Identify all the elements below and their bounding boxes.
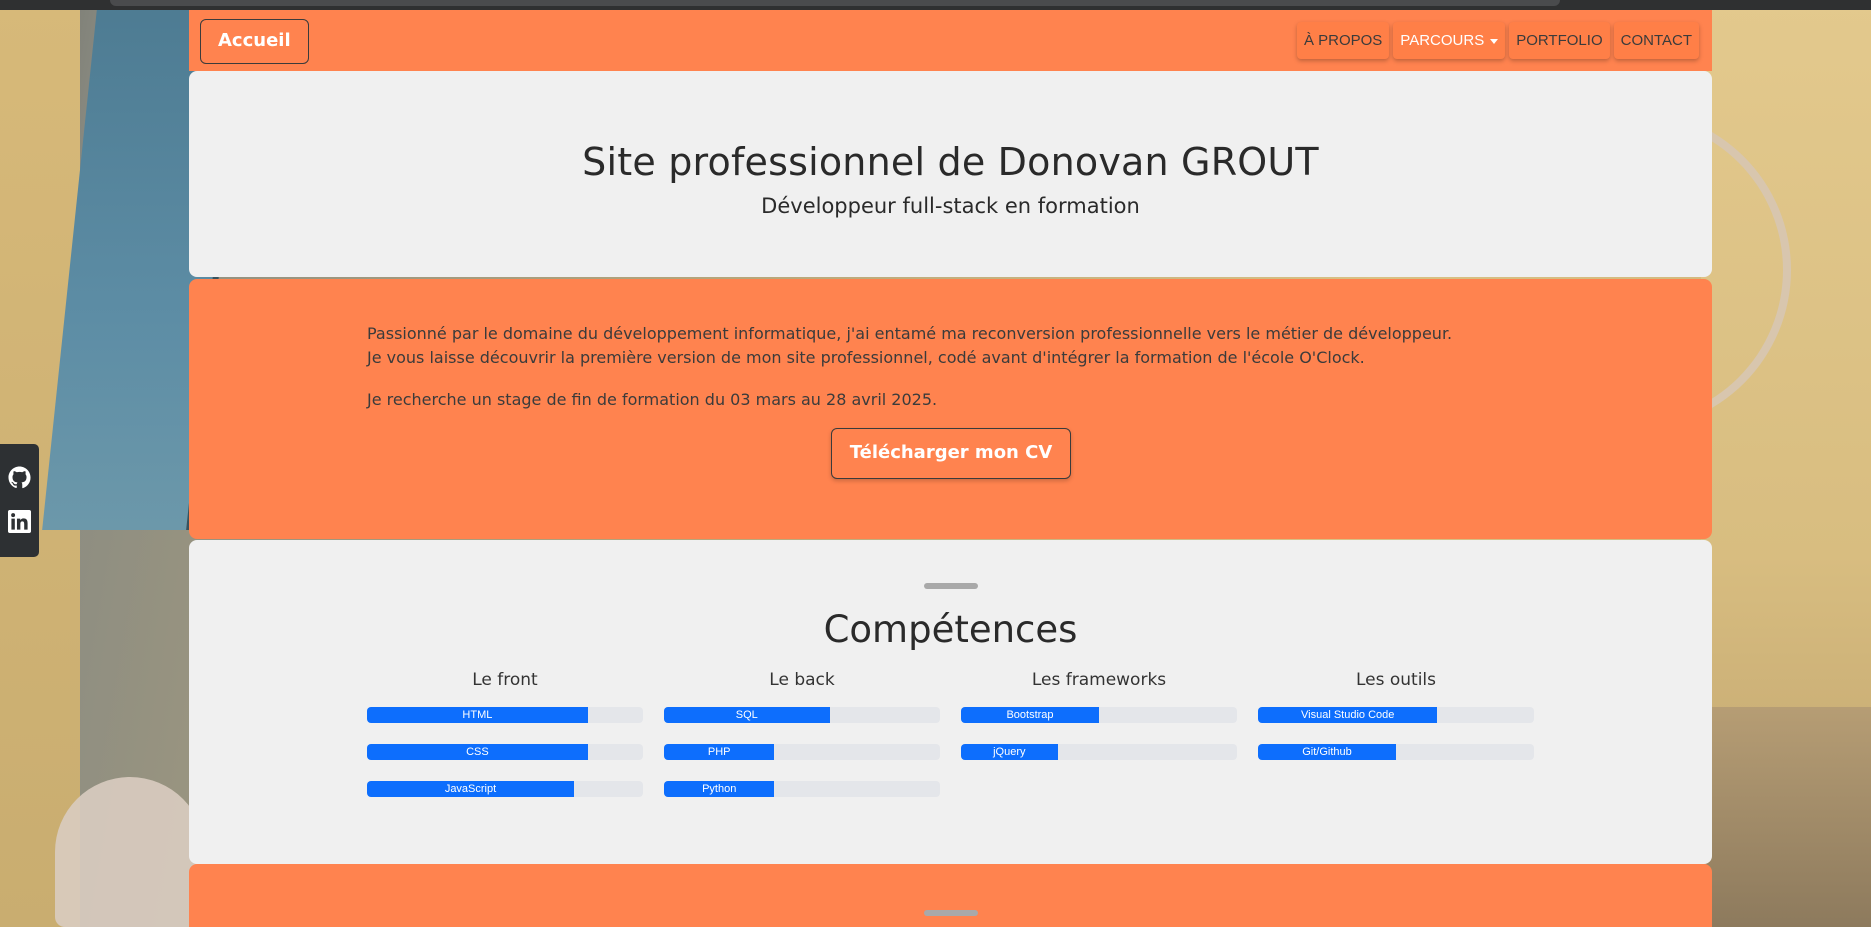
next-section	[189, 864, 1712, 927]
progress-fill-vscode: Visual Studio Code	[1258, 707, 1438, 723]
progress-bar: CSS	[367, 744, 643, 760]
progress-bar: Git/Github	[1258, 744, 1534, 760]
brand-home-button[interactable]: Accueil	[200, 19, 309, 64]
skill-column-title: Le front	[472, 670, 538, 690]
download-cv-button[interactable]: Télécharger mon CV	[831, 428, 1071, 479]
skill-column-front: Le front HTML CSS JavaScript	[367, 670, 643, 797]
progress-bar: jQuery	[961, 744, 1237, 760]
page-subtitle: Développeur full-stack en formation	[761, 194, 1140, 218]
skill-column-frameworks: Les frameworks Bootstrap jQuery	[961, 670, 1237, 760]
skill-column-title: Le back	[769, 670, 835, 690]
progress-bar: JavaScript	[367, 781, 643, 797]
progress-fill-php: PHP	[664, 744, 775, 760]
page-title: Site professionnel de Donovan GROUT	[582, 140, 1319, 184]
navbar: Accueil À PROPOS PARCOURS PORTFOLIO CONT…	[189, 10, 1712, 71]
intro-section: Passionné par le domaine du développemen…	[189, 279, 1712, 539]
skill-column-tools: Les outils Visual Studio Code Git/Github	[1258, 670, 1534, 760]
intro-line-2: Je vous laisse découvrir la première ver…	[367, 348, 1365, 367]
section-divider-handle	[924, 910, 978, 916]
progress-bar: HTML	[367, 707, 643, 723]
progress-fill-git: Git/Github	[1258, 744, 1396, 760]
skill-column-title: Les outils	[1355, 670, 1437, 690]
progress-fill-bootstrap: Bootstrap	[961, 707, 1099, 723]
section-divider-handle	[924, 583, 978, 589]
nav-link-parcours-dropdown[interactable]: PARCOURS	[1393, 22, 1506, 59]
nav-links: À PROPOS PARCOURS PORTFOLIO CONTACT	[1296, 22, 1699, 59]
progress-fill-jquery: jQuery	[961, 744, 1058, 760]
skills-section: Compétences Le front HTML CSS JavaScript…	[189, 540, 1712, 864]
progress-fill-python: Python	[664, 781, 775, 797]
caret-down-icon	[1490, 38, 1499, 44]
progress-fill-css: CSS	[367, 744, 588, 760]
hero-section: Site professionnel de Donovan GROUT Déve…	[189, 71, 1712, 277]
linkedin-icon[interactable]	[8, 510, 31, 533]
nav-link-a-propos[interactable]: À PROPOS	[1296, 22, 1390, 59]
nav-link-portfolio[interactable]: PORTFOLIO	[1509, 22, 1610, 59]
skill-column-title: Les frameworks	[1031, 670, 1167, 690]
internship-text: Je recherche un stage de fin de formatio…	[367, 390, 938, 409]
progress-bar: Visual Studio Code	[1258, 707, 1534, 723]
nav-link-contact[interactable]: CONTACT	[1613, 22, 1699, 59]
skill-column-back: Le back SQL PHP Python	[664, 670, 940, 797]
skills-title: Compétences	[823, 608, 1078, 651]
social-sidebar	[0, 444, 39, 557]
progress-fill-sql: SQL	[664, 707, 830, 723]
progress-fill-html: HTML	[367, 707, 588, 723]
nav-link-parcours-label: PARCOURS	[1400, 32, 1485, 49]
progress-bar: PHP	[664, 744, 940, 760]
progress-bar: Bootstrap	[961, 707, 1237, 723]
github-icon[interactable]	[8, 466, 31, 489]
progress-bar: Python	[664, 781, 940, 797]
intro-paragraph: Passionné par le domaine du développemen…	[367, 322, 1452, 370]
progress-fill-javascript: JavaScript	[367, 781, 574, 797]
intro-line-1: Passionné par le domaine du développemen…	[367, 324, 1453, 343]
progress-bar: SQL	[664, 707, 940, 723]
